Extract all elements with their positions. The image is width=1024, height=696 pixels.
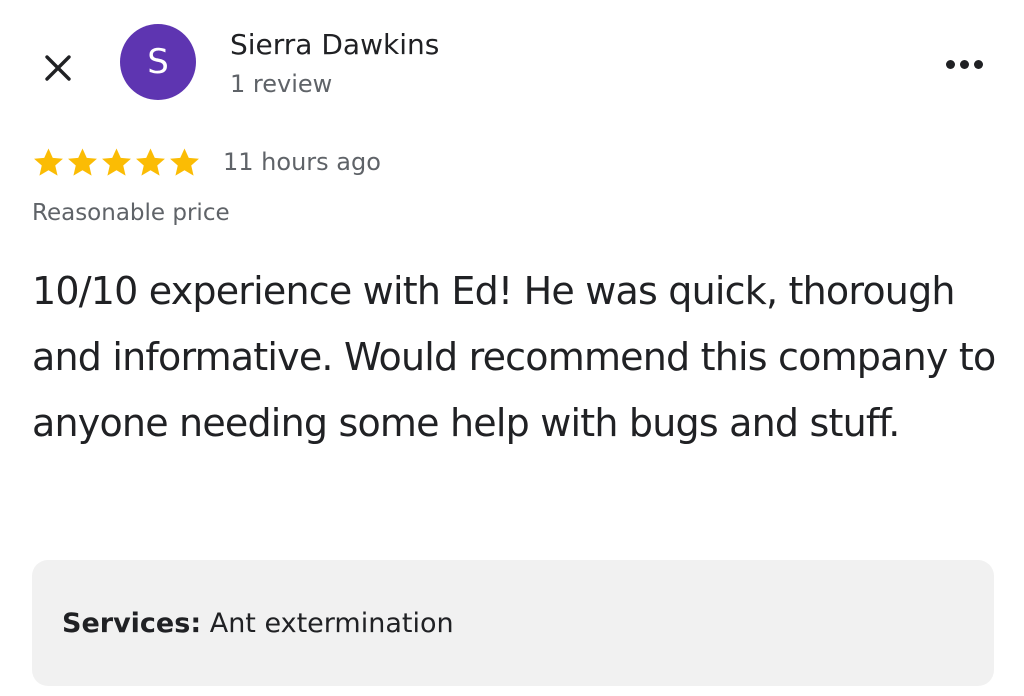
reviewer-name[interactable]: Sierra Dawkins <box>230 28 439 61</box>
more-horizontal-icon <box>945 59 955 69</box>
close-icon <box>45 55 71 81</box>
star-icon <box>136 147 165 176</box>
avatar[interactable]: S <box>120 24 196 100</box>
services-card: Services: Ant extermination <box>32 560 994 686</box>
rating-row: 11 hours ago <box>32 142 381 182</box>
more-horizontal-icon-dot <box>959 59 969 69</box>
services-value: Ant extermination <box>209 608 454 639</box>
review-text: 10/10 experience with Ed! He was quick, … <box>32 269 996 445</box>
star-icon <box>102 147 131 176</box>
review-attribute: Reasonable price <box>32 200 230 226</box>
star-rating <box>32 146 201 179</box>
star-icon <box>170 147 199 176</box>
reviewer-review-count: 1 review <box>230 70 333 98</box>
review-time: 11 hours ago <box>223 148 381 176</box>
more-horizontal-icon-dot <box>973 59 983 69</box>
services-label: Services: <box>62 608 202 639</box>
avatar-initial: S <box>147 42 169 82</box>
star-icon <box>68 147 97 176</box>
services-line: Services: Ant extermination <box>62 608 454 639</box>
close-button[interactable] <box>38 48 78 88</box>
more-options-button[interactable] <box>936 46 992 82</box>
star-icon <box>34 147 63 176</box>
